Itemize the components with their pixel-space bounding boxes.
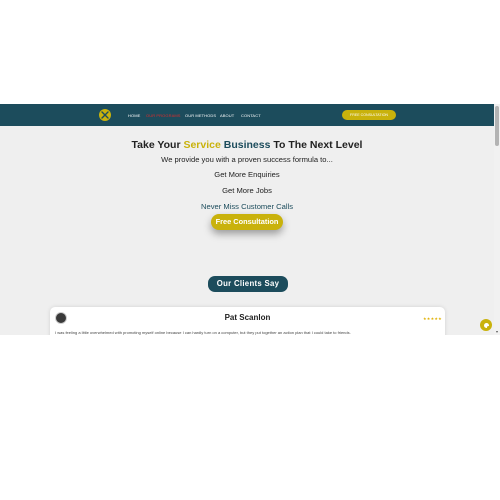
star-rating: ★★★★★ — [423, 316, 442, 321]
chat-widget-button[interactable] — [480, 319, 492, 331]
reviewer-name: Pat Scanlon — [224, 313, 271, 322]
nav-item-our-programs[interactable]: OUR PROGRAMS — [146, 113, 181, 118]
benefit-item: Get More Jobs — [222, 186, 272, 195]
hero-subtitle: We provide you with a proven success for… — [161, 155, 333, 164]
top-navbar: HOME OUR PROGRAMS OUR METHODS ABOUT CONT… — [0, 104, 494, 126]
hero-title-tail: To The Next Level — [270, 139, 363, 151]
chat-icon — [483, 322, 491, 330]
review-card: Pat Scanlon ★★★★★ I was feeling a little… — [50, 307, 445, 335]
review-text: I was feeling a little overwhelmed with … — [55, 330, 351, 335]
page-scrollbar[interactable]: ▾ — [494, 104, 500, 335]
hero-title: Take Your Service Business To The Next L… — [0, 139, 494, 151]
scrollbar-thumb[interactable] — [495, 106, 499, 146]
hero-title-highlight-service: Service — [183, 139, 221, 151]
clients-section-title: Our Clients Say — [208, 276, 288, 292]
benefit-item-highlighted: Never Miss Customer Calls — [201, 202, 293, 211]
free-consultation-button[interactable]: Free Consultation — [211, 214, 283, 230]
benefit-item: Get More Enquiries — [214, 170, 280, 179]
nav-item-contact[interactable]: CONTACT — [241, 113, 261, 118]
page-viewport: HOME OUR PROGRAMS OUR METHODS ABOUT CONT… — [0, 104, 500, 335]
scroll-down-arrow-icon[interactable]: ▾ — [494, 330, 500, 334]
nav-item-home[interactable]: HOME — [128, 113, 140, 118]
nav-free-consultation-button[interactable]: FREE CONSULTATION — [342, 110, 396, 120]
hero-title-text: Take Your — [131, 139, 184, 151]
nav-item-our-methods[interactable]: OUR METHODS — [185, 113, 216, 118]
wrench-screwdriver-icon — [101, 111, 109, 119]
hero-title-highlight-business: Business — [223, 139, 271, 151]
logo[interactable] — [99, 109, 111, 121]
nav-item-about[interactable]: ABOUT — [220, 113, 234, 118]
